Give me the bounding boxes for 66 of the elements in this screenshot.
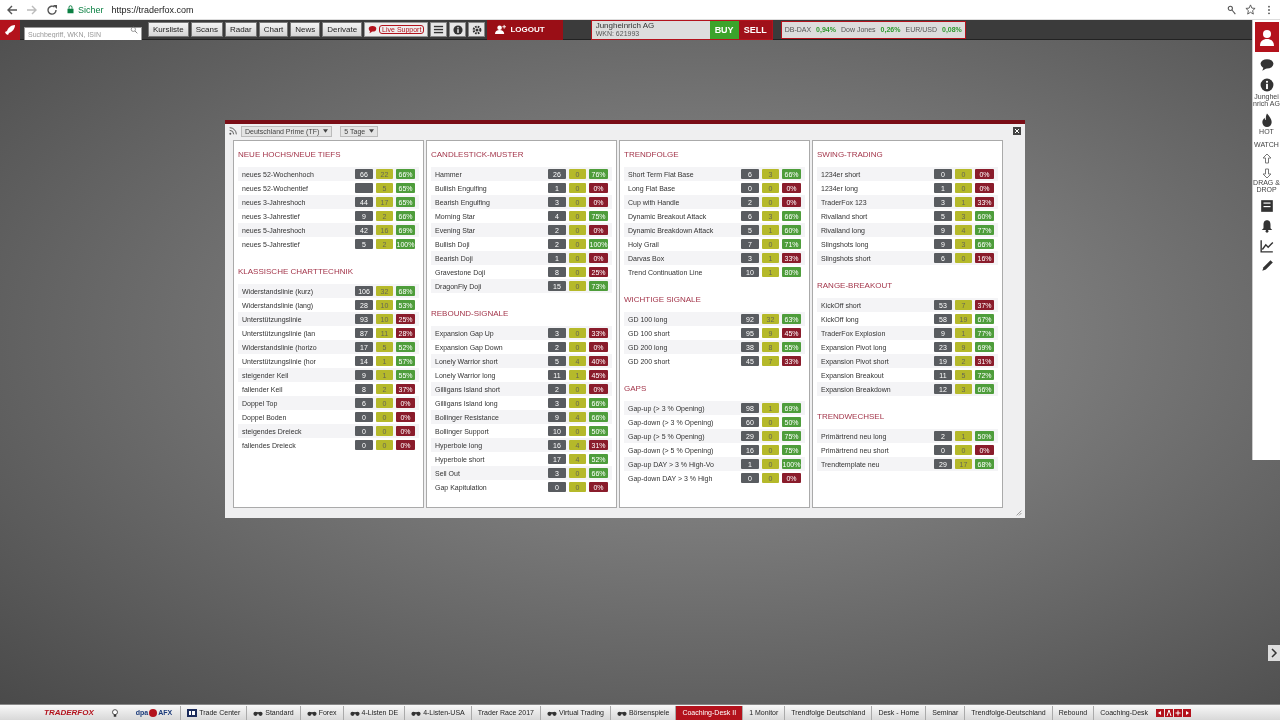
sidebar-button[interactable]	[1259, 239, 1274, 253]
side-arrow-icon	[1268, 645, 1280, 661]
nav-button[interactable]: Scans	[190, 22, 223, 37]
add-icon	[1174, 708, 1183, 717]
sidebar-button[interactable]	[1259, 219, 1274, 233]
star-icon	[1245, 4, 1256, 15]
right-arrow-icon	[1183, 708, 1192, 717]
traderfox-logo[interactable]: TRADERFOX	[44, 708, 94, 717]
reload-icon	[46, 3, 58, 16]
dpa-dot-icon	[149, 708, 158, 717]
logout-button[interactable]: LOGOUT	[487, 19, 563, 40]
section-title: WICHTIGE SIGNALE	[624, 295, 702, 304]
chat-bubble-icon	[368, 25, 378, 34]
caret-icon	[369, 129, 375, 133]
forward-icon	[26, 3, 38, 16]
info-icon	[452, 24, 463, 35]
settings-button[interactable]	[468, 22, 486, 37]
security-label: Sicher	[66, 4, 104, 15]
left-arrow-icon	[1156, 708, 1165, 717]
key-icon	[1227, 4, 1237, 15]
settings-icon	[471, 24, 482, 35]
rss-icon	[229, 127, 237, 135]
nav-button[interactable]: Radar	[224, 22, 257, 37]
url-field[interactable]: https://traderfox.com	[111, 4, 194, 15]
section-title: SWING-TRADING	[817, 150, 884, 159]
sidebar-button[interactable]	[1259, 199, 1274, 213]
section-title: TRENDWECHSEL	[817, 412, 886, 421]
pencil-icon	[1259, 259, 1274, 273]
news-icon	[1259, 199, 1274, 213]
info-button[interactable]	[449, 22, 467, 37]
caret-icon	[323, 129, 329, 133]
lightbulb-icon	[109, 707, 120, 718]
search-icon	[130, 25, 138, 34]
menu-button[interactable]	[430, 22, 448, 37]
bell-icon	[1259, 219, 1274, 233]
section-title: RANGE-BREAKOUT	[817, 281, 894, 290]
nav-button[interactable]: Kursliste	[148, 22, 189, 37]
nav-button[interactable]: Derivate	[322, 22, 363, 37]
section-title: CANDLESTICK-MUSTER	[431, 150, 525, 159]
ls-logo-icon	[187, 707, 198, 718]
menu-icon	[433, 24, 445, 35]
sell-button[interactable]: SELL	[738, 20, 772, 39]
section-title: TRENDFOLGE	[624, 150, 680, 159]
stock-name: Jungheinrich AG	[595, 22, 656, 30]
user-add-icon	[495, 24, 507, 35]
section-title: GAPS	[624, 384, 648, 393]
nav-button[interactable]: Chart	[258, 22, 289, 37]
close-icon	[1014, 128, 1020, 134]
info-icon	[1259, 78, 1274, 92]
section-title: REBOUND-SIGNALE	[431, 309, 510, 318]
flame-icon	[1259, 113, 1274, 127]
sidebar-button[interactable]	[1259, 259, 1274, 273]
close-button[interactable]	[1013, 127, 1021, 135]
nav-button[interactable]: News	[290, 22, 321, 37]
chat-icon	[1259, 58, 1274, 72]
lock-icon	[66, 5, 75, 14]
sidebar-button[interactable]	[1259, 58, 1274, 72]
avatar-icon[interactable]	[1254, 22, 1279, 52]
back-icon	[6, 3, 18, 16]
rocket-icon[interactable]	[0, 19, 20, 40]
font-icon	[1165, 708, 1174, 717]
line-chart-icon	[1259, 239, 1274, 253]
resize-grip-icon	[1015, 509, 1023, 517]
section-title: KLASSISCHE CHARTTECHNIK	[238, 267, 354, 276]
count-badge	[355, 183, 373, 193]
section-title: NEUE HOCHS/NEUE TIEFS	[238, 150, 342, 159]
